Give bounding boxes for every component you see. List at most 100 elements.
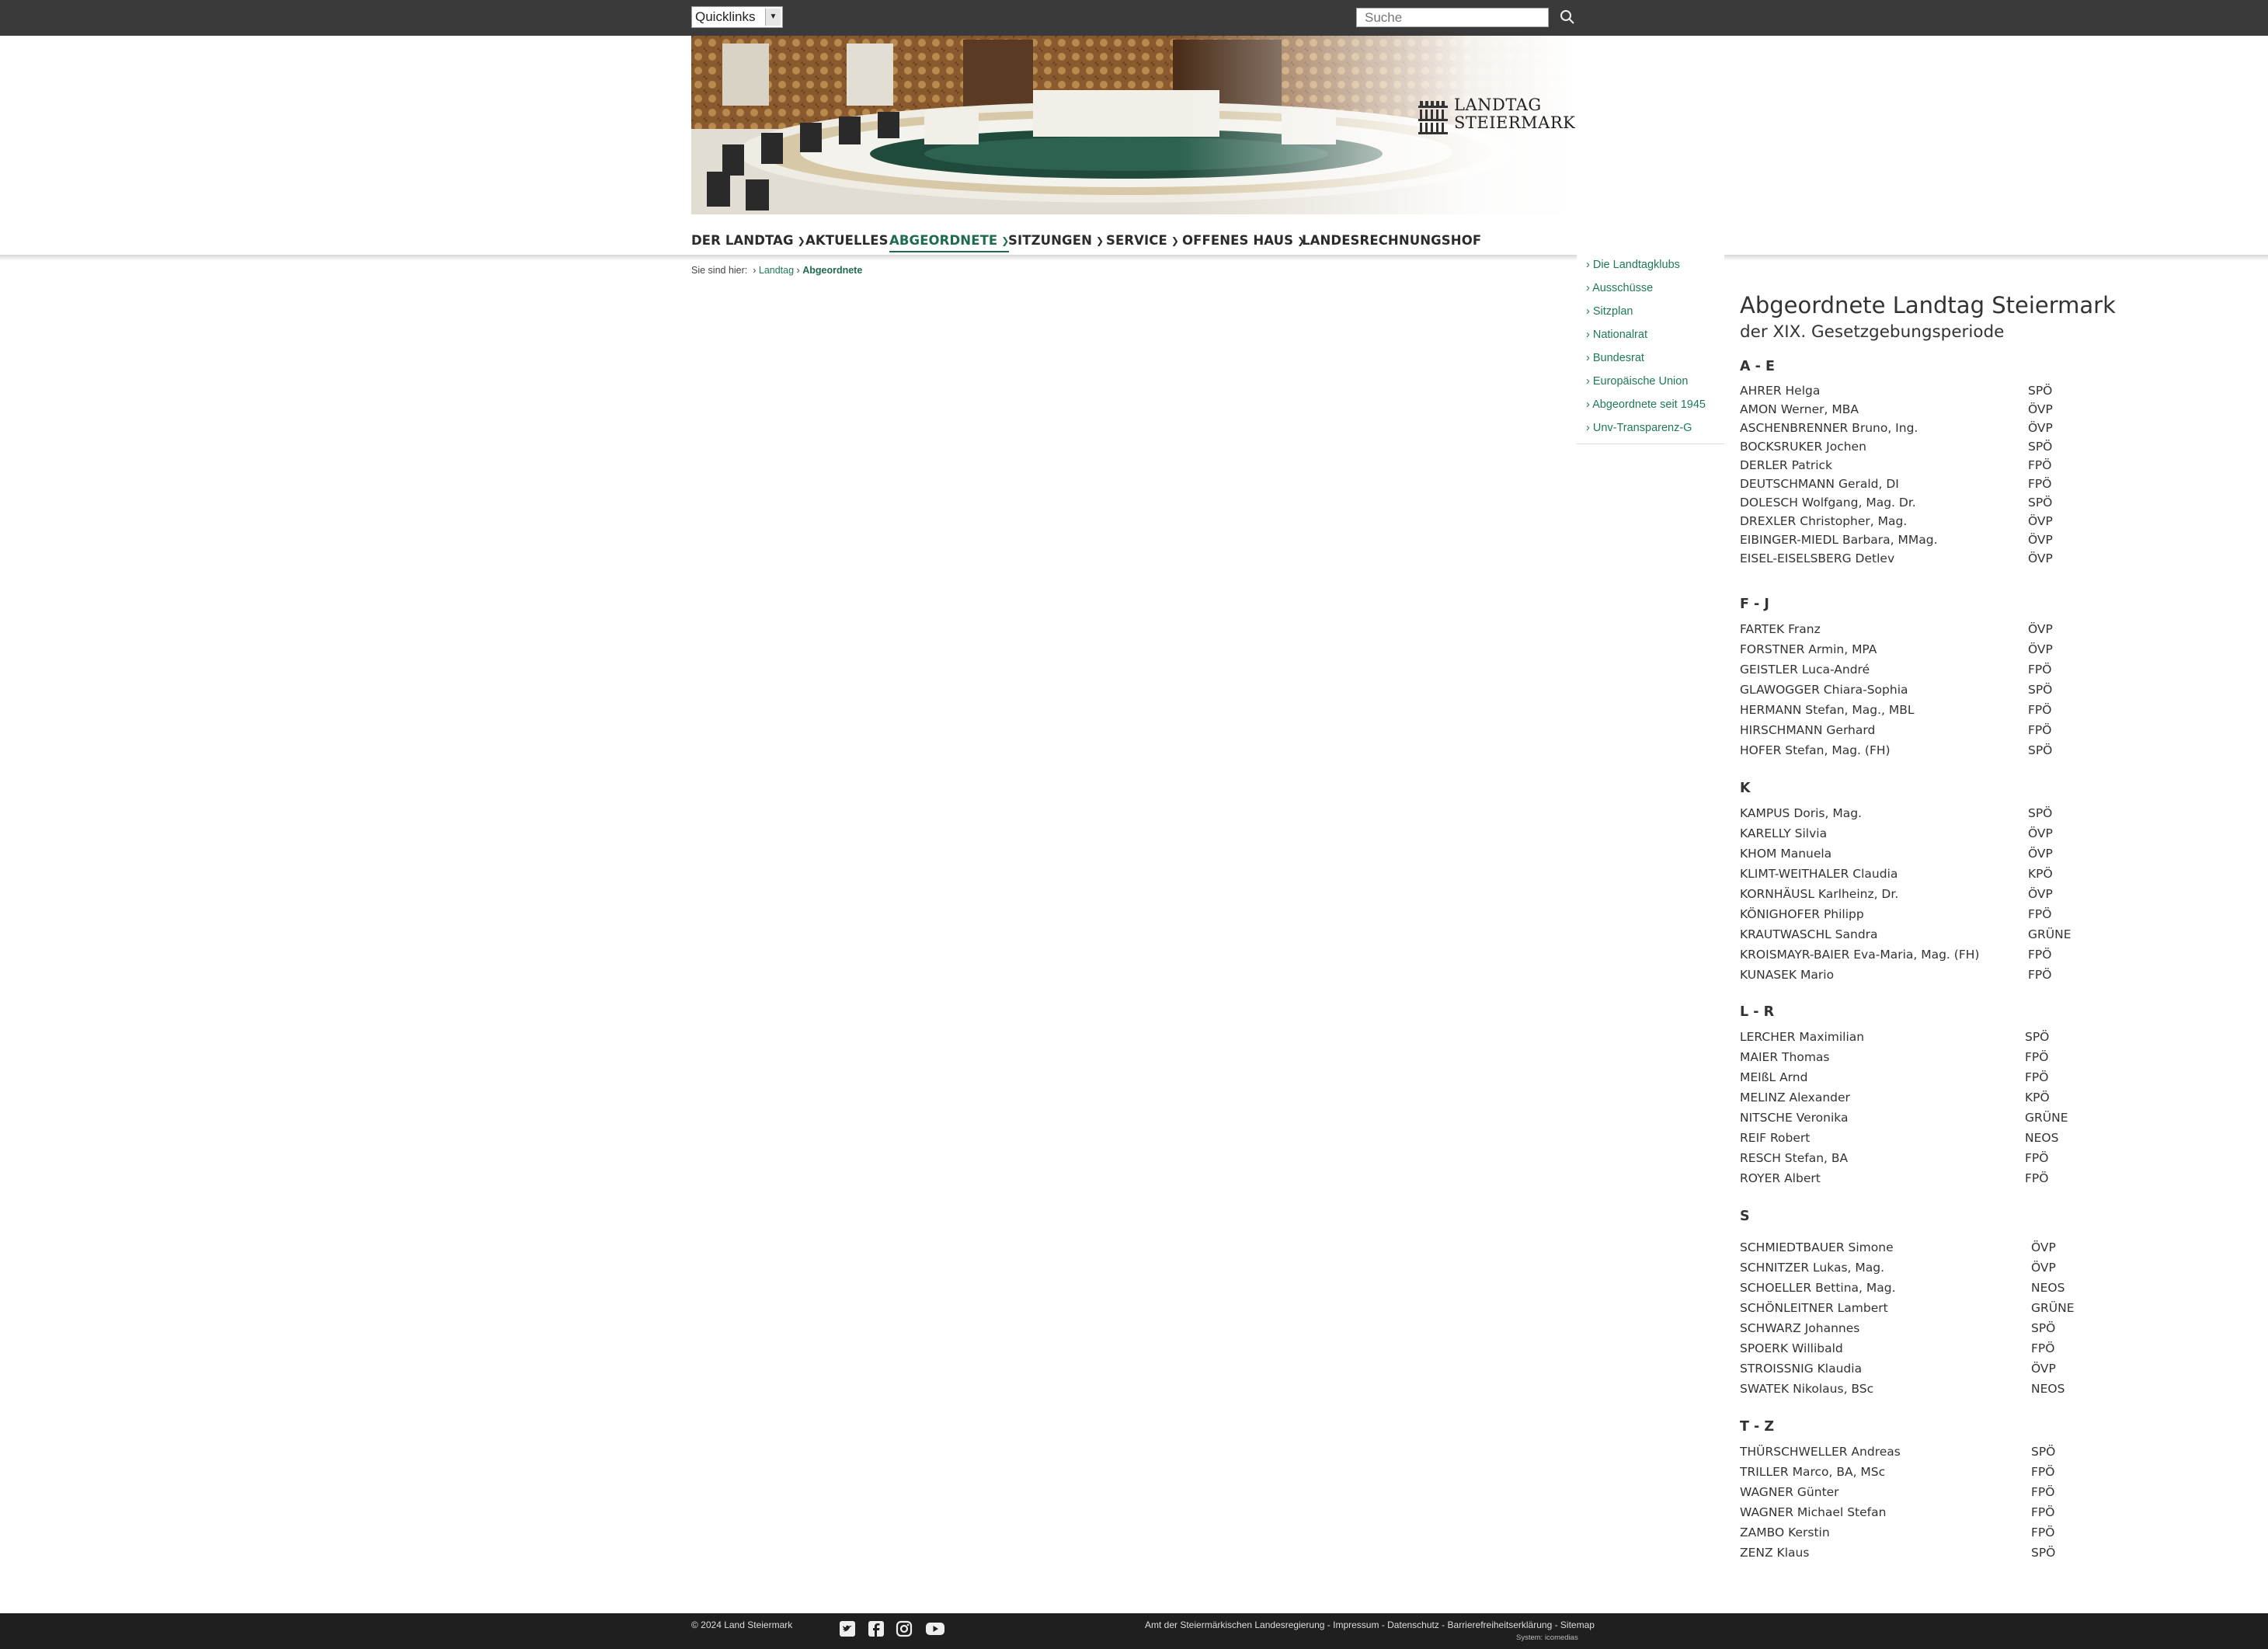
member-name-link[interactable]: KORNHÄUSL Karlheinz, Dr.: [1740, 887, 1898, 901]
search-input[interactable]: [1356, 8, 1549, 27]
member-party: SPÖ: [2028, 496, 2053, 510]
member-party: ÖVP: [2028, 642, 2053, 656]
subnav-label: Sitzplan: [1592, 305, 1633, 318]
member-name-link[interactable]: KÖNIGHOFER Philipp: [1740, 907, 1864, 921]
member-party: FPÖ: [2025, 1151, 2049, 1165]
chevron-right-icon: ›: [750, 265, 757, 276]
member-party: ÖVP: [2031, 1362, 2056, 1376]
nav-divider: [0, 255, 2268, 261]
group-heading: F - J: [1740, 597, 1769, 612]
member-name-link[interactable]: AMON Werner, MBA: [1740, 402, 1859, 416]
search-icon[interactable]: [1558, 8, 1577, 26]
subnav-item-landtagklubs[interactable]: › Die Landtagklubs: [1586, 259, 1680, 271]
nav-item-service[interactable]: SERVICE ❯: [1106, 233, 1179, 248]
member-party: ÖVP: [2028, 826, 2053, 840]
nav-item-aktuelles[interactable]: AKTUELLES: [805, 233, 889, 248]
facebook-icon[interactable]: [868, 1620, 885, 1637]
member-name-link[interactable]: KROISMAYR-BAIER Eva-Maria, Mag. (FH): [1740, 948, 1979, 962]
footer-link-barrierefreiheit[interactable]: Barrierefreiheitserklärung: [1448, 1619, 1553, 1630]
member-name-link[interactable]: KAMPUS Doris, Mag.: [1740, 806, 1862, 820]
twitter-icon[interactable]: [839, 1620, 856, 1637]
member-name-link[interactable]: SWATEK Nikolaus, BSc: [1740, 1382, 1873, 1396]
subnav-item-bundesrat[interactable]: › Bundesrat: [1586, 352, 1644, 364]
member-name-link[interactable]: THÜRSCHWELLER Andreas: [1740, 1445, 1901, 1459]
subnav-item-abgeordnete-seit-1945[interactable]: › Abgeordnete seit 1945: [1586, 398, 1706, 411]
member-name-link[interactable]: DREXLER Christopher, Mag.: [1740, 514, 1907, 528]
subnav-item-sitzplan[interactable]: › Sitzplan: [1586, 305, 1633, 318]
member-name-link[interactable]: LERCHER Maximilian: [1740, 1030, 1864, 1044]
member-name-link[interactable]: ZENZ Klaus: [1740, 1546, 1809, 1560]
member-name-link[interactable]: BOCKSRUKER Jochen: [1740, 440, 1866, 454]
member-name-link[interactable]: DERLER Patrick: [1740, 458, 1832, 472]
footer-link-amt[interactable]: Amt der Steiermärkischen Landesregierung: [1145, 1619, 1324, 1630]
member-name-link[interactable]: WAGNER Günter: [1740, 1485, 1839, 1499]
member-party: FPÖ: [2028, 477, 2052, 491]
footer-link-impressum[interactable]: Impressum: [1333, 1619, 1379, 1630]
member-name-link[interactable]: DEUTSCHMANN Gerald, DI: [1740, 477, 1899, 491]
nav-label: AKTUELLES: [805, 233, 889, 248]
nav-item-abgeordnete[interactable]: ABGEORDNETE ❯: [889, 233, 1010, 252]
youtube-icon[interactable]: [925, 1620, 945, 1637]
member-name-link[interactable]: RESCH Stefan, BA: [1740, 1151, 1848, 1165]
member-name-link[interactable]: NITSCHE Veronika: [1740, 1111, 1848, 1125]
member-name-link[interactable]: GEISTLER Luca-André: [1740, 663, 1870, 677]
subnav-item-europaeische-union[interactable]: › Europäische Union: [1586, 375, 1688, 388]
breadcrumb-link-landtag[interactable]: Landtag: [759, 265, 794, 276]
member-name-link[interactable]: MELINZ Alexander: [1740, 1091, 1850, 1105]
member-name-link[interactable]: FORSTNER Armin, MPA: [1740, 642, 1877, 656]
subnav-item-nationalrat[interactable]: › Nationalrat: [1586, 329, 1647, 341]
member-name-link[interactable]: SCHÖNLEITNER Lambert: [1740, 1301, 1888, 1315]
member-name-link[interactable]: SCHOELLER Bettina, Mag.: [1740, 1281, 1896, 1295]
member-name-link[interactable]: STROISSNIG Klaudia: [1740, 1362, 1862, 1376]
nav-item-der-landtag[interactable]: DER LANDTAG ❯: [691, 233, 805, 248]
subnav-label: Ausschüsse: [1592, 282, 1654, 294]
footer-link-datenschutz[interactable]: Datenschutz: [1387, 1619, 1439, 1630]
member-name-link[interactable]: HOFER Stefan, Mag. (FH): [1740, 743, 1891, 757]
member-name-link[interactable]: KRAUTWASCHL Sandra: [1740, 927, 1878, 941]
member-name-link[interactable]: FARTEK Franz: [1740, 622, 1821, 636]
instagram-icon[interactable]: [896, 1620, 913, 1637]
member-name-link[interactable]: EISEL-EISELSBERG Detlev: [1740, 551, 1894, 565]
member-name-link[interactable]: KHOM Manuela: [1740, 847, 1831, 861]
nav-item-landesrechnungshof[interactable]: LANDESRECHNUNGSHOF: [1302, 233, 1481, 248]
logo-wordmark[interactable]: LANDTAG STEIERMARK: [1454, 96, 1575, 132]
member-name-link[interactable]: KLIMT-WEITHALER Claudia: [1740, 867, 1898, 881]
member-name-link[interactable]: SPOERK Willibald: [1740, 1341, 1843, 1355]
nav-item-offenes-haus[interactable]: OFFENES HAUS ❯: [1182, 233, 1305, 248]
member-name-link[interactable]: KARELLY Silvia: [1740, 826, 1827, 840]
member-name-link[interactable]: EIBINGER-MIEDL Barbara, MMag.: [1740, 533, 1938, 547]
breadcrumb-current: Abgeordnete: [802, 265, 863, 276]
page-title: Abgeordnete Landtag Steiermark: [1740, 292, 2116, 318]
member-name-link[interactable]: MAIER Thomas: [1740, 1050, 1830, 1064]
member-name-link[interactable]: HERMANN Stefan, Mag., MBL: [1740, 703, 1915, 717]
member-name-link[interactable]: TRILLER Marco, BA, MSc: [1740, 1465, 1885, 1479]
member-name-link[interactable]: AHRER Helga: [1740, 384, 1820, 398]
group-heading: L - R: [1740, 1004, 1775, 1020]
member-name-link[interactable]: WAGNER Michael Stefan: [1740, 1505, 1886, 1519]
member-name-link[interactable]: ROYER Albert: [1740, 1171, 1821, 1185]
member-name-link[interactable]: SCHMIEDTBAUER Simone: [1740, 1240, 1894, 1254]
nav-label: SITZUNGEN: [1008, 233, 1092, 248]
nav-label: OFFENES HAUS: [1182, 233, 1294, 248]
member-name-link[interactable]: ZAMBO Kerstin: [1740, 1525, 1830, 1539]
member-party: NEOS: [2025, 1131, 2059, 1145]
member-name-link[interactable]: HIRSCHMANN Gerhard: [1740, 723, 1875, 737]
member-name-link[interactable]: SCHWARZ Johannes: [1740, 1321, 1859, 1335]
member-name-link[interactable]: KUNASEK Mario: [1740, 968, 1834, 982]
member-name-link[interactable]: REIF Robert: [1740, 1131, 1810, 1145]
subnav-item-unv-transparenz-g[interactable]: › Unv-Transparenz-G: [1586, 422, 1692, 434]
page-subtitle: der XIX. Gesetzgebungsperiode: [1740, 322, 2005, 342]
member-name-link[interactable]: DOLESCH Wolfgang, Mag. Dr.: [1740, 496, 1916, 510]
subnav-item-ausschuesse[interactable]: › Ausschüsse: [1586, 282, 1653, 294]
footer-link-sitemap[interactable]: Sitemap: [1560, 1619, 1595, 1630]
member-name-link[interactable]: GLAWOGGER Chiara-Sophia: [1740, 683, 1908, 697]
nav-item-sitzungen[interactable]: SITZUNGEN ❯: [1008, 233, 1104, 248]
member-name-link[interactable]: SCHNITZER Lukas, Mag.: [1740, 1261, 1884, 1275]
member-name-link[interactable]: ASCHENBRENNER Bruno, Ing.: [1740, 421, 1918, 435]
subnav-label: Bundesrat: [1592, 352, 1644, 364]
chevron-down-icon: ❯: [797, 235, 805, 246]
logo-line2: STEIERMARK: [1454, 113, 1576, 132]
quicklinks-select[interactable]: Quicklinks ▼: [691, 6, 783, 28]
member-party: GRÜNE: [2028, 927, 2071, 941]
member-name-link[interactable]: MEIßL Arnd: [1740, 1070, 1807, 1084]
